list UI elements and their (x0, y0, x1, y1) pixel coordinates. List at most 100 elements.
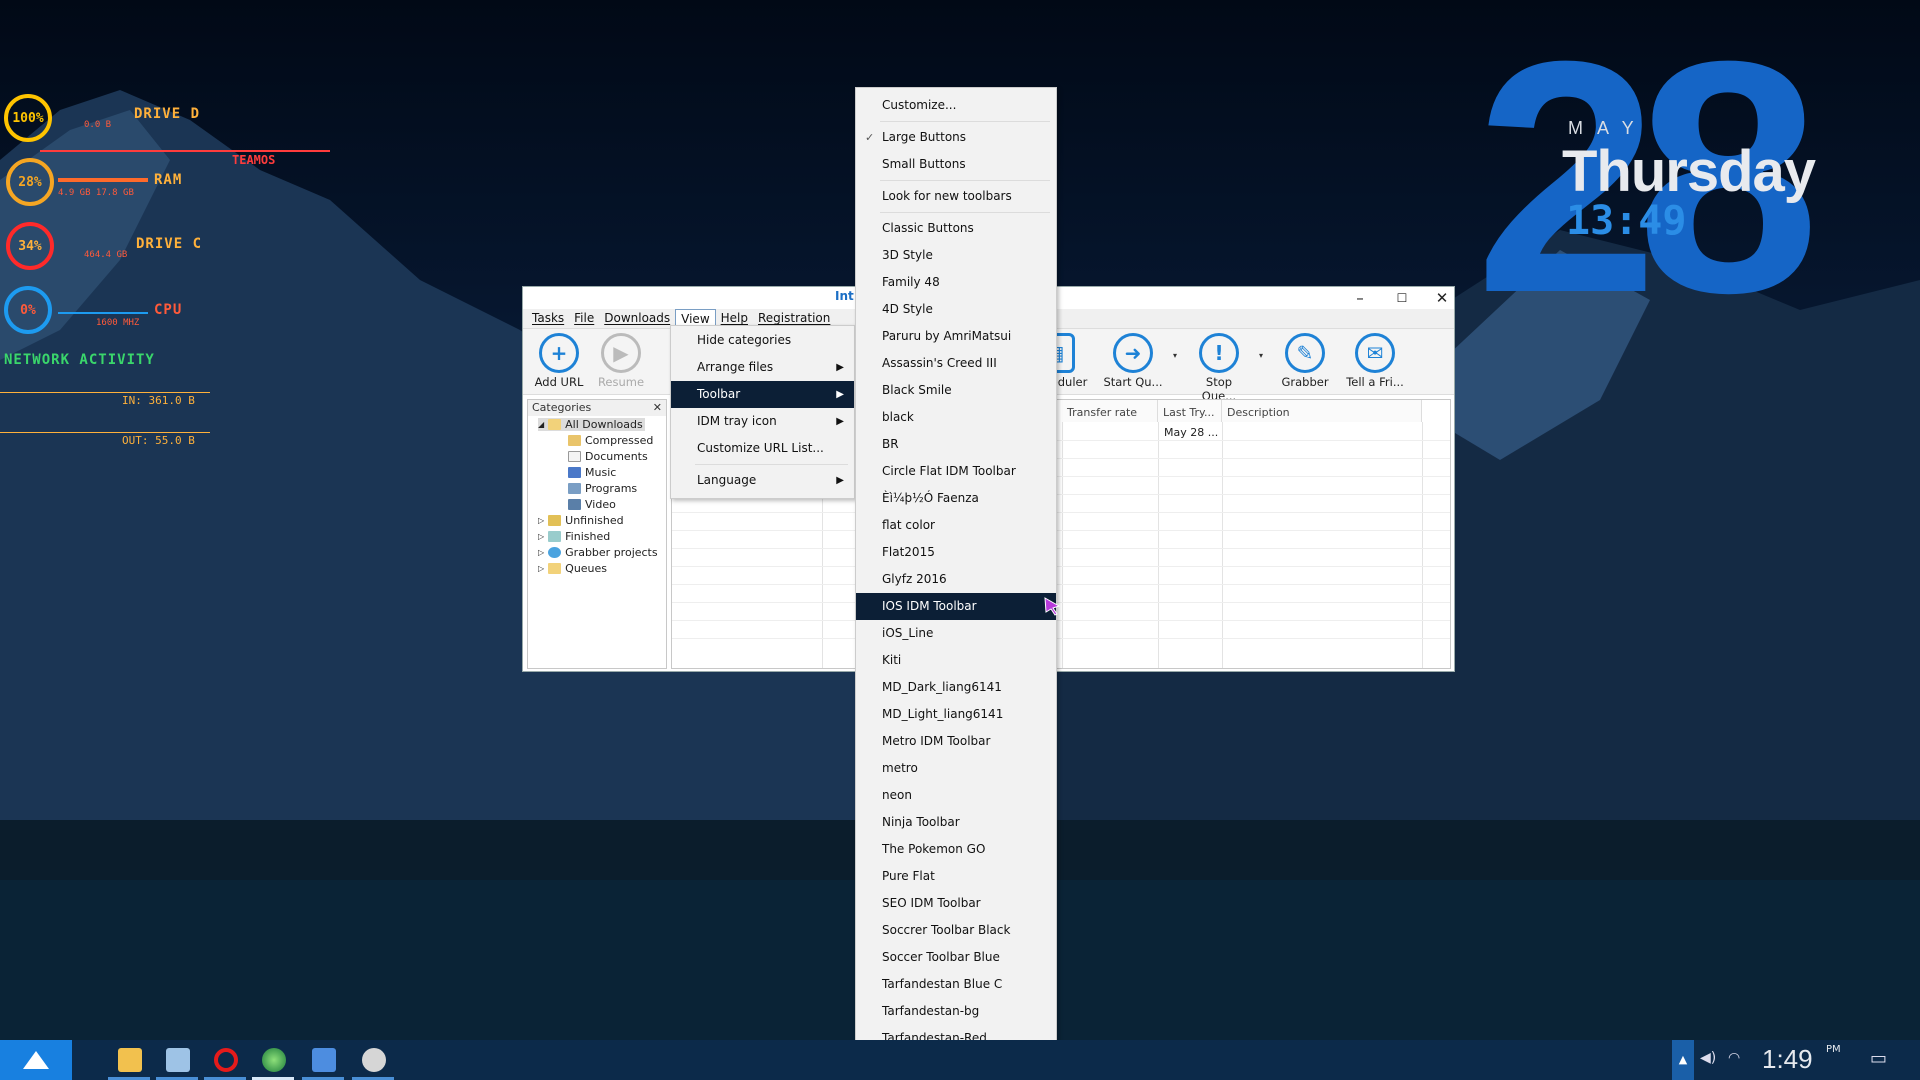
start-queue-button[interactable]: ➜ Start Qu... (1101, 333, 1165, 389)
toolbar-option[interactable]: 4D Style (856, 296, 1056, 323)
toolbar-option[interactable]: MD_Dark_liang6141 (856, 674, 1056, 701)
unfinished-folder-icon (548, 515, 562, 526)
toolbar-option[interactable]: Metro IDM Toolbar (856, 728, 1056, 755)
stop-queue-dropdown-icon[interactable]: ▾ (1259, 351, 1263, 360)
toolbar-option[interactable]: Flat2015 (856, 539, 1056, 566)
maximize-button[interactable]: ☐ (1387, 289, 1417, 309)
toolbar-option[interactable]: Paruru by AmriMatsui (856, 323, 1056, 350)
wifi-icon[interactable]: ◠ (1728, 1050, 1740, 1066)
expand-icon[interactable]: ▷ (538, 516, 544, 525)
column-last-try[interactable]: Last Try... (1158, 400, 1222, 422)
toolbar-option[interactable]: Soccrer Toolbar Black (856, 917, 1056, 944)
toolbar-option[interactable]: black (856, 404, 1056, 431)
clock-time: 13:49 (1566, 198, 1687, 244)
volume-icon[interactable]: ◀) (1700, 1050, 1716, 1066)
file-explorer-icon[interactable] (118, 1048, 142, 1072)
menu-item-language[interactable]: Language ▶ (671, 467, 854, 494)
toolbar-option[interactable]: SEO IDM Toolbar (856, 890, 1056, 917)
tell-a-friend-button[interactable]: ✉ Tell a Fri... (1343, 333, 1407, 389)
toolbar-option[interactable]: Èì¼þ½Ó Faenza (856, 485, 1056, 512)
menu-item-idm-tray-icon[interactable]: IDM tray icon ▶ (671, 408, 854, 435)
tree-item-video[interactable]: Video (568, 498, 616, 511)
show-hidden-icons-button[interactable]: ▲ (1672, 1040, 1694, 1080)
categories-title: Categories (532, 401, 592, 414)
menu-item-hide-categories[interactable]: Hide categories (671, 327, 854, 354)
close-categories-icon[interactable]: ✕ (653, 400, 662, 416)
menu-item-toolbar[interactable]: Toolbar ▶ (671, 381, 854, 408)
toolbar-option[interactable]: Soccer Toolbar Blue (856, 944, 1056, 971)
toolbar-option[interactable]: BR (856, 431, 1056, 458)
expand-icon[interactable]: ▷ (538, 548, 544, 557)
grabber-button[interactable]: ✎ Grabber (1273, 333, 1337, 389)
tray-icon-label: IDM tray icon (697, 414, 777, 428)
toolbar-option[interactable]: flat color (856, 512, 1056, 539)
menu-tasks[interactable]: Tasks (527, 309, 569, 328)
toolbar-option[interactable]: Classic Buttons (856, 215, 1056, 242)
queues-folder-icon (548, 563, 562, 574)
toolbar-option[interactable]: Tarfandestan-bg (856, 998, 1056, 1025)
toolbar-option[interactable]: Ninja Toolbar (856, 809, 1056, 836)
add-url-button[interactable]: + Add URL (527, 333, 591, 389)
start-queue-dropdown-icon[interactable]: ▾ (1173, 351, 1177, 360)
tree-label: Finished (565, 530, 611, 543)
tree-label: Documents (585, 450, 648, 463)
toolbar-option[interactable]: MD_Light_liang6141 (856, 701, 1056, 728)
toolbar-option[interactable]: Black Smile (856, 377, 1056, 404)
row-last-try: May 28 ... (1164, 426, 1219, 439)
ram-label: RAM (154, 172, 183, 188)
tree-item-queues[interactable]: ▷ Queues (538, 562, 607, 575)
app-icon[interactable] (362, 1048, 386, 1072)
toolbar-option[interactable]: neon (856, 782, 1056, 809)
minimize-button[interactable]: – (1345, 289, 1375, 309)
tree-item-all-downloads[interactable]: ◢ All Downloads (538, 418, 645, 431)
stop-queue-button[interactable]: ! Stop Que... (1187, 333, 1251, 403)
toolbar-option[interactable]: Glyfz 2016 (856, 566, 1056, 593)
opera-icon[interactable] (214, 1048, 238, 1072)
toolbar-option[interactable]: metro (856, 755, 1056, 782)
toolbar-option[interactable]: 3D Style (856, 242, 1056, 269)
tree-item-music[interactable]: Music (568, 466, 616, 479)
taskbar-time[interactable]: 1:49 (1762, 1044, 1813, 1075)
toolbar-option[interactable]: Kiti (856, 647, 1056, 674)
resume-button[interactable]: ▶ Resume (589, 333, 653, 389)
toolbar-option[interactable]: Circle Flat IDM Toolbar (856, 458, 1056, 485)
toolbar-option-label: Tarfandestan Blue C (882, 977, 1003, 991)
window-app-icon[interactable] (312, 1048, 336, 1072)
tree-item-documents[interactable]: Documents (568, 450, 648, 463)
toolbar-submenu: Customize... ✓ Large Buttons Small Buttons L… (855, 87, 1057, 1080)
toolbar-option[interactable]: iOS_Line (856, 620, 1056, 647)
toolbar-option-label: Customize... (882, 98, 957, 112)
column-description[interactable]: Description (1222, 400, 1422, 422)
tree-item-programs[interactable]: Programs (568, 482, 637, 495)
tree-item-finished[interactable]: ▷ Finished (538, 530, 610, 543)
menu-item-customize-url-list[interactable]: Customize URL List... (671, 435, 854, 462)
idm-icon[interactable] (262, 1048, 286, 1072)
close-button[interactable]: ✕ (1427, 289, 1457, 309)
start-icon (23, 1051, 49, 1069)
toolbar-option[interactable]: Family 48 (856, 269, 1056, 296)
toolbar-option[interactable]: Pure Flat (856, 863, 1056, 890)
toolbar-option[interactable]: Customize... (856, 92, 1056, 119)
expand-icon[interactable]: ▷ (538, 532, 544, 541)
toolbar-option[interactable]: Look for new toolbars (856, 183, 1056, 210)
toolbar-option[interactable]: Tarfandestan Blue C (856, 971, 1056, 998)
tree-item-unfinished[interactable]: ▷ Unfinished (538, 514, 624, 527)
toolbar-option[interactable]: The Pokemon GO (856, 836, 1056, 863)
toolbar-option-label: Èì¼þ½Ó Faenza (882, 491, 979, 505)
toolbar-option-label: IOS IDM Toolbar (882, 599, 977, 613)
notepad-icon[interactable] (166, 1048, 190, 1072)
toolbar-option[interactable]: Assassin's Creed III (856, 350, 1056, 377)
toolbar-option[interactable]: IOS IDM Toolbar (856, 593, 1056, 620)
expand-icon[interactable]: ▷ (538, 564, 544, 573)
menu-item-arrange-files[interactable]: Arrange files ▶ (671, 354, 854, 381)
collapse-icon[interactable]: ◢ (538, 420, 544, 429)
toolbar-option[interactable]: ✓ Large Buttons (856, 124, 1056, 151)
menu-downloads[interactable]: Downloads (599, 309, 675, 328)
tree-item-grabber-projects[interactable]: ▷ Grabber projects (538, 546, 658, 559)
menu-file[interactable]: File (569, 309, 599, 328)
column-transfer-rate[interactable]: Transfer rate (1062, 400, 1158, 422)
toolbar-option[interactable]: Small Buttons (856, 151, 1056, 178)
start-button[interactable] (0, 1040, 72, 1080)
tree-item-compressed[interactable]: Compressed (568, 434, 653, 447)
notification-icon[interactable]: ▭ (1870, 1048, 1887, 1069)
